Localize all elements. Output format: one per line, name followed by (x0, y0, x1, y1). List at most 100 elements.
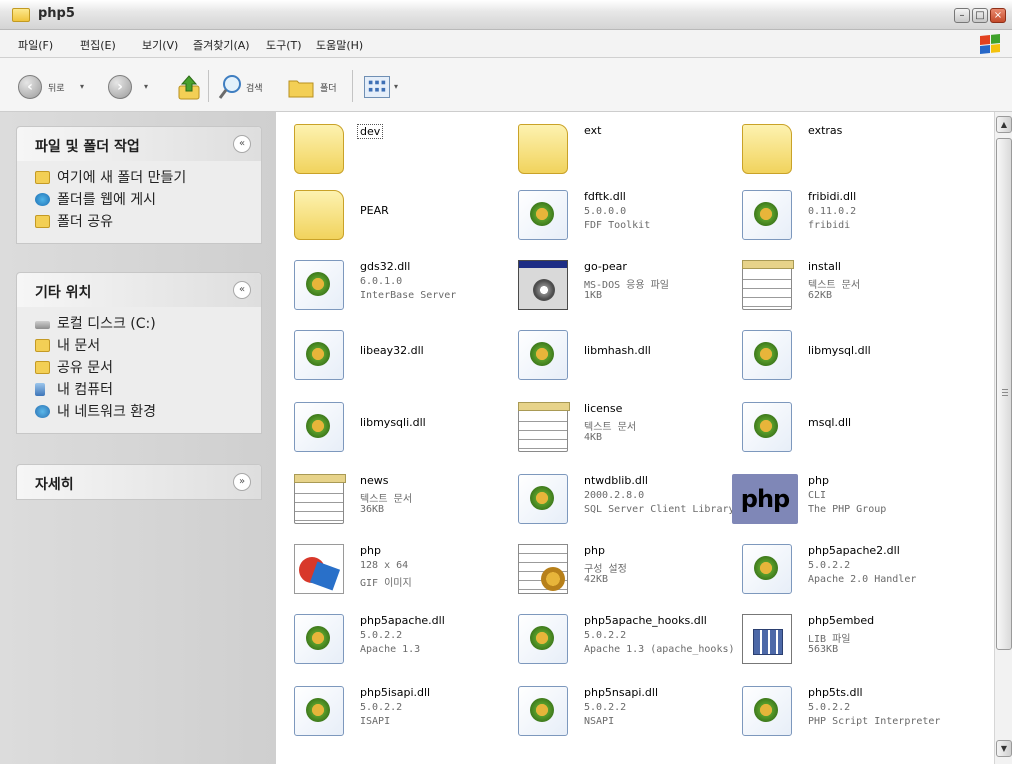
file-item[interactable]: dev (286, 116, 516, 182)
task-new-folder[interactable]: 여기에 새 폴더 만들기 (35, 167, 261, 189)
file-name: php5nsapi.dll (584, 686, 659, 699)
file-item[interactable]: libmysql.dll (734, 322, 964, 388)
scroll-down-button[interactable]: ▼ (996, 740, 1012, 757)
folder-icon (12, 8, 30, 22)
dll-icon (742, 402, 792, 452)
scrollbar-thumb[interactable] (996, 138, 1012, 650)
place-my-computer[interactable]: 내 컴퓨터 (35, 379, 261, 401)
file-name: fdftk.dll (584, 190, 626, 203)
file-item[interactable]: libmysqli.dll (286, 394, 516, 460)
file-item[interactable]: fdftk.dll 5.0.0.0 FDF Toolkit (510, 182, 740, 248)
dll-icon (518, 686, 568, 736)
file-name: php (360, 544, 381, 557)
file-size: 62KB (808, 290, 833, 301)
file-item[interactable]: php5isapi.dll 5.0.2.2 ISAPI (286, 678, 516, 744)
my-computer-icon (35, 383, 45, 396)
task-publish-web[interactable]: 폴더를 웹에 게시 (35, 189, 261, 211)
file-name: go-pear (584, 260, 627, 273)
panel-header[interactable]: 자세히 » (17, 465, 261, 499)
folders-label[interactable]: 폴더 (320, 81, 337, 94)
panel-header[interactable]: 파일 및 폴더 작업 « (17, 127, 261, 161)
file-item[interactable]: php5ts.dll 5.0.2.2 PHP Script Interpreter (734, 678, 964, 744)
text-document-icon (518, 402, 570, 452)
my-documents-icon (35, 339, 50, 352)
file-size: 36KB (360, 504, 385, 515)
file-name: php5embed (808, 614, 875, 627)
file-item[interactable]: php 128 x 64 GIF 이미지 (286, 536, 516, 602)
expand-chevron-icon[interactable]: » (233, 473, 251, 491)
panel-title: 기타 위치 (35, 285, 92, 301)
forward-dropdown-icon[interactable]: ▾ (144, 82, 148, 91)
collapse-chevron-icon[interactable]: « (233, 281, 251, 299)
file-item[interactable]: ntwdblib.dll 2000.2.8.0 SQL Server Client … (510, 466, 740, 532)
panel-header[interactable]: 기타 위치 « (17, 273, 261, 307)
task-share-folder[interactable]: 폴더 공유 (35, 211, 261, 233)
file-name: php (584, 544, 605, 557)
search-label[interactable]: 검색 (246, 81, 263, 94)
file-item[interactable]: php5embed LIB 파일 563KB (734, 606, 964, 672)
file-item[interactable]: php5apache2.dll 5.0.2.2 Apache 2.0 Handler (734, 536, 964, 602)
file-item[interactable]: php php CLI The PHP Group (732, 466, 964, 532)
views-dropdown-icon[interactable]: ▾ (394, 82, 398, 91)
task-label: 로컬 디스크 (C:) (57, 316, 156, 332)
menu-edit[interactable]: 편집(E) (80, 37, 116, 53)
folder-icon (518, 124, 568, 174)
dll-icon (518, 614, 568, 664)
dll-icon (742, 330, 792, 380)
file-item[interactable]: php5apache_hooks.dll 5.0.2.2 Apache 1.3 (a… (510, 606, 740, 672)
scroll-up-button[interactable]: ▲ (996, 116, 1012, 133)
file-item[interactable]: msql.dll (734, 394, 964, 460)
forward-button[interactable]: › (108, 75, 132, 99)
file-name: extras (808, 124, 843, 137)
place-my-network[interactable]: 내 네트워크 환경 (35, 401, 261, 423)
close-button[interactable]: × (990, 8, 1006, 23)
menu-file[interactable]: 파일(F) (18, 37, 53, 53)
file-name: libmysqli.dll (360, 416, 426, 429)
folder-icon (294, 190, 344, 240)
file-description: FDF Toolkit (584, 220, 651, 231)
up-folder-icon[interactable] (178, 74, 200, 100)
menu-favorites[interactable]: 즐겨찾기(A) (193, 37, 250, 53)
maximize-button[interactable]: □ (972, 8, 988, 23)
file-item[interactable]: php5nsapi.dll 5.0.2.2 NSAPI (510, 678, 740, 744)
place-shared-documents[interactable]: 공유 문서 (35, 357, 261, 379)
collapse-chevron-icon[interactable]: « (233, 135, 251, 153)
file-item[interactable]: ext (510, 116, 740, 182)
back-dropdown-icon[interactable]: ▾ (80, 82, 84, 91)
menu-help[interactable]: 도움말(H) (316, 37, 363, 53)
file-item[interactable]: gds32.dll 6.0.1.0 InterBase Server (286, 252, 516, 318)
folders-icon[interactable] (288, 76, 314, 98)
file-name: php5isapi.dll (360, 686, 431, 699)
file-item[interactable]: go-pear MS-DOS 응용 파일 1KB (510, 252, 740, 318)
minimize-button[interactable]: – (954, 8, 970, 23)
file-name: gds32.dll (360, 260, 411, 273)
file-version: 5.0.2.2 (808, 702, 851, 713)
search-icon[interactable] (218, 74, 242, 100)
file-type: 텍스트 문서 (360, 494, 413, 505)
windows-logo-icon (980, 33, 1000, 55)
back-button[interactable]: ‹ (18, 75, 42, 99)
vertical-scrollbar[interactable]: ▲ ▼ (994, 112, 1012, 764)
shared-documents-icon (35, 361, 50, 374)
file-item[interactable]: extras (734, 116, 964, 182)
file-item[interactable]: php 구성 설정 42KB (510, 536, 740, 602)
file-type: 구성 설정 (584, 564, 627, 575)
dll-icon (742, 544, 792, 594)
file-item[interactable]: libmhash.dll (510, 322, 740, 388)
place-my-documents[interactable]: 내 문서 (35, 335, 261, 357)
file-item[interactable]: php5apache.dll 5.0.2.2 Apache 1.3 (286, 606, 516, 672)
back-arrow-icon: ‹ (27, 79, 33, 95)
place-local-disk[interactable]: 로컬 디스크 (C:) (35, 313, 261, 335)
file-item[interactable]: install 텍스트 문서 62KB (734, 252, 964, 318)
dll-icon (518, 330, 568, 380)
file-item[interactable]: fribidi.dll 0.11.0.2 fribidi (734, 182, 964, 248)
file-item[interactable]: PEAR (286, 182, 516, 248)
text-document-icon (294, 474, 346, 524)
menu-tools[interactable]: 도구(T) (266, 37, 302, 53)
file-item[interactable]: license 텍스트 문서 4KB (510, 394, 740, 460)
file-item[interactable]: news 텍스트 문서 36KB (286, 466, 516, 532)
views-icon[interactable] (364, 76, 390, 98)
details-panel: 자세히 » (16, 464, 262, 500)
file-item[interactable]: libeay32.dll (286, 322, 516, 388)
menu-view[interactable]: 보기(V) (142, 37, 178, 53)
